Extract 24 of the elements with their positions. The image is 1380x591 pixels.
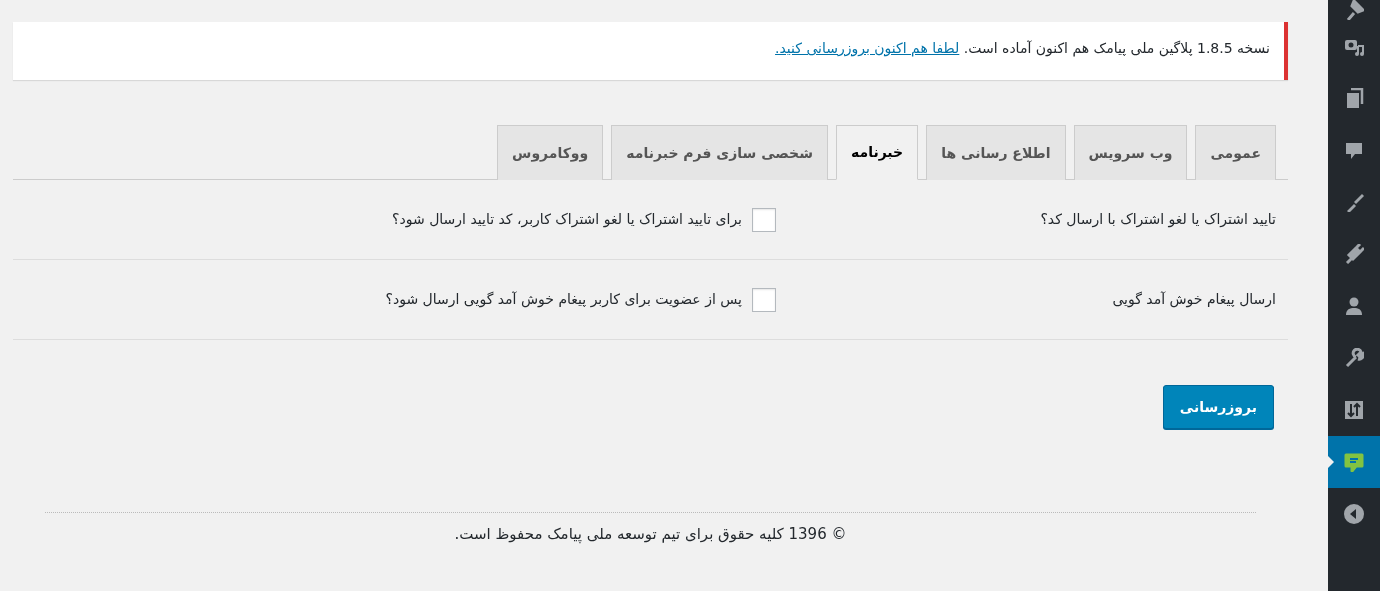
checkbox[interactable] — [752, 207, 776, 232]
settings-tab[interactable]: شخصی سازی فرم خبرنامه — [611, 125, 828, 180]
setting-label: تایید اشتراک یا لغو اشتراک با ارسال کد؟ — [1039, 210, 1276, 230]
pages-icon — [1344, 88, 1364, 108]
settings-tab[interactable]: خبرنامه — [835, 125, 919, 180]
pin-icon — [1344, 0, 1364, 20]
sliders-icon — [1344, 400, 1364, 420]
setting-label: ارسال پیغام خوش آمد گویی — [1111, 290, 1276, 310]
copyright-text: © 1396 کلیه حقوق برای تیم توسعه ملی پیامک محفوظ است. — [454, 525, 847, 543]
settings-tab[interactable]: عمومی — [1195, 125, 1276, 180]
settings-tab[interactable]: وب سرویس — [1073, 125, 1188, 180]
update-button[interactable]: بروزرسانی — [1162, 385, 1274, 429]
comment-icon — [1344, 140, 1364, 160]
plug-icon — [1344, 244, 1364, 264]
update-link[interactable]: لطفا هم اکنون بروزرسانی کنید. — [775, 40, 960, 56]
setting-description: پس از عضویت برای کاربر پیغام خوش آمد گویی ارسال شود؟ — [385, 290, 742, 310]
checkbox[interactable] — [752, 287, 776, 312]
user-icon — [1344, 296, 1364, 316]
collapse-icon[interactable] — [1344, 504, 1364, 524]
setting-description: برای تایید اشتراک یا لغو اشتراک کاربر، کد تایید ارسال شود؟ — [392, 210, 742, 230]
settings-tab[interactable]: ووکامروس — [497, 125, 604, 180]
settings-tab[interactable]: اطلاع رسانی ها — [926, 125, 1066, 180]
chat-icon — [1344, 452, 1364, 472]
notice-text: نسخه 1.8.5 پلاگین ملی پیامک هم اکنون آماده است. لطفا هم اکنون بروزرسانی کنید. — [775, 40, 1270, 56]
